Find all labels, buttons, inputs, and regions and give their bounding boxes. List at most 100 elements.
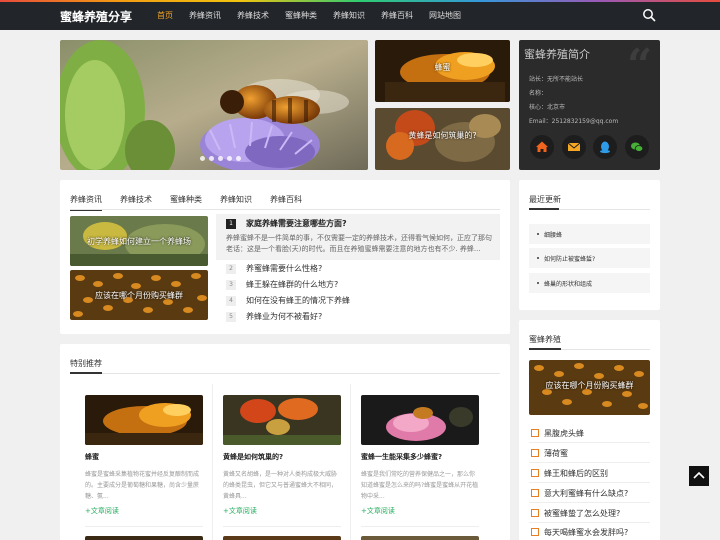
- featured-news-title[interactable]: 家庭养蜂需要注意哪些方面?: [246, 218, 347, 229]
- top-nav-bar: 蜜蜂养殖分享 首页 养蜂资讯 养蜂技术 蜜蜂种类 养蜂知识 养蜂百科 网站地图: [0, 0, 720, 30]
- wechat-icon[interactable]: [625, 135, 649, 159]
- mail-icon[interactable]: [562, 135, 586, 159]
- post-image[interactable]: [361, 536, 479, 540]
- banner-thumb-wasp[interactable]: 黄蜂是如何筑巢的?: [375, 108, 510, 170]
- bee-farming-item-label: 薄荷蜜: [544, 449, 568, 458]
- item-divider: [529, 502, 650, 503]
- post-excerpt: 蜂蜜是蜜蜂采集植物花蜜并经反复酿制而成的。主要成分是葡萄糖和果糖，尚含少量蔗糖、…: [85, 471, 200, 500]
- read-more-link[interactable]: +文章阅读: [361, 506, 395, 516]
- rank-number: 4: [226, 296, 236, 306]
- post-title[interactable]: 黄蜂是如何筑巢的?: [223, 452, 283, 462]
- news-list-item[interactable]: 养蜜蜂需要什么性格?: [246, 263, 322, 274]
- post-excerpt: 蜂蜜是我们常吃的营养保健品之一，那么你知道蜂蜜是怎么来的吗?蜂蜜是蜜蜂从开花植物…: [361, 471, 479, 500]
- home-icon[interactable]: [530, 135, 554, 159]
- bee-farming-item-label: 每天喝蜂蜜水会发胖吗?: [544, 528, 629, 537]
- item-divider: [529, 462, 650, 463]
- section-underline: [70, 372, 102, 374]
- profile-webmaster: 站长：无所不能站长: [529, 76, 584, 83]
- post-image[interactable]: [85, 536, 203, 540]
- profile-location: 核心：北京市: [529, 104, 566, 111]
- item-divider: [529, 442, 650, 443]
- bee-pink-flower-image: [361, 395, 479, 445]
- banner-slider[interactable]: [60, 40, 368, 170]
- post-title[interactable]: 蜂蜜: [85, 452, 99, 462]
- item-divider: [529, 482, 650, 483]
- bee-on-flower-image: [60, 40, 368, 170]
- post-image-bee-flower[interactable]: [361, 395, 479, 445]
- quote-mark: “: [627, 40, 653, 91]
- post-image[interactable]: [223, 536, 341, 540]
- honey-image: [85, 395, 203, 445]
- section-underline: [529, 208, 559, 210]
- news-list-item[interactable]: 养蜂业为何不被看好?: [246, 311, 322, 322]
- slider-dot[interactable]: [209, 156, 214, 161]
- rank-number: 2: [226, 264, 236, 274]
- nav-bee-encyclopedia[interactable]: 养蜂百科: [381, 10, 413, 21]
- thumb-caption: 蜂蜜: [434, 63, 451, 72]
- post-image-honey[interactable]: [85, 395, 203, 445]
- search-icon[interactable]: [642, 8, 656, 22]
- recent-item-label: 蜂巢的形状和组成: [544, 281, 593, 288]
- rank-number: 3: [226, 280, 236, 290]
- bee-farming-item[interactable]: 每天喝蜂蜜水会发胖吗?: [529, 525, 650, 539]
- bee-farming-image[interactable]: 应该在哪个月份购买蜂群: [529, 360, 650, 415]
- bee-farming-item[interactable]: 被蜜蜂蛰了怎么处理?: [529, 506, 650, 520]
- profile-name: 名称：: [529, 90, 548, 97]
- bee-farming-item[interactable]: 蜂王和蜂后的区别: [529, 466, 650, 480]
- bee-farming-item-label: 蜂王和蜂后的区别: [544, 469, 608, 478]
- profile-email: Email：2512832159@qq.com: [529, 118, 619, 125]
- bee-farming-item[interactable]: 黑腹虎头蜂: [529, 426, 650, 440]
- slider-dot[interactable]: [236, 156, 241, 161]
- slider-dot[interactable]: [200, 156, 205, 161]
- post-divider: [361, 526, 479, 527]
- qq-icon[interactable]: [593, 135, 617, 159]
- nav-bee-news[interactable]: 养蜂资讯: [189, 10, 221, 21]
- bee-farming-item-label: 黑腹虎头蜂: [544, 429, 584, 438]
- back-to-top-button[interactable]: [689, 466, 709, 486]
- rank-number: 5: [226, 312, 236, 322]
- item-divider: [529, 522, 650, 523]
- nav-bee-knowledge[interactable]: 养蜂知识: [333, 10, 365, 21]
- bee-farming-item-label: 被蜜蜂蛰了怎么处理?: [544, 509, 621, 518]
- news-image-item[interactable]: 初学养蜂如何建立一个养蜂场: [70, 216, 208, 266]
- post-title[interactable]: 蜜蜂一生能采集多少蜂蜜?: [361, 452, 442, 462]
- featured-news-excerpt: 养蜂蜜蜂不是一件简单的事，不仅需要一定的养蜂技术，还得看气候如何，正应了那句老话…: [226, 234, 492, 253]
- banner-thumb-honey[interactable]: 蜂蜜: [375, 40, 510, 102]
- tab-divider: [70, 209, 500, 210]
- recent-item-label: 如何防止被蜜蜂蜇?: [544, 256, 596, 263]
- thumb-caption: 黄蜂是如何筑巢的?: [408, 131, 477, 140]
- news-list-item[interactable]: 蜂王躲在蜂群的什么地方?: [246, 279, 338, 290]
- nav-bee-species[interactable]: 蜜蜂种类: [285, 10, 317, 21]
- recent-item[interactable]: 如何防止被蜜蜂蜇?: [529, 248, 650, 268]
- bee-farming-item-label: 意大利蜜蜂有什么缺点?: [544, 489, 629, 498]
- nav-bee-tech[interactable]: 养蜂技术: [237, 10, 269, 21]
- special-recommend-title: 特别推荐: [70, 359, 102, 368]
- recent-item-label: 细腰蜂: [544, 232, 563, 239]
- news-image-item[interactable]: 应该在哪个月份购买蜂群: [70, 270, 208, 320]
- section-underline: [529, 348, 561, 350]
- bee-farming-image-caption: 应该在哪个月份购买蜂群: [545, 381, 634, 390]
- profile-title: 蜜蜂养殖简介: [524, 48, 590, 61]
- slider-dot[interactable]: [218, 156, 223, 161]
- column-divider: [350, 384, 351, 540]
- arrow-up-icon: [693, 471, 705, 479]
- news-image-caption: 初学养蜂如何建立一个养蜂场: [87, 237, 191, 246]
- read-more-link[interactable]: +文章阅读: [223, 506, 257, 516]
- recent-item[interactable]: 蜂巢的形状和组成: [529, 273, 650, 293]
- site-logo[interactable]: 蜜蜂养殖分享: [60, 8, 132, 25]
- bee-farming-item[interactable]: 薄荷蜜: [529, 446, 650, 460]
- news-list-item[interactable]: 如何在没有蜂王的情况下养蜂: [246, 295, 350, 306]
- post-divider: [223, 526, 341, 527]
- read-more-link[interactable]: +文章阅读: [85, 506, 119, 516]
- news-image-caption: 应该在哪个月份购买蜂群: [95, 291, 183, 300]
- slider-dot[interactable]: [227, 156, 232, 161]
- recent-item[interactable]: 细腰蜂: [529, 224, 650, 244]
- main-nav: 首页 养蜂资讯 养蜂技术 蜜蜂种类 养蜂知识 养蜂百科 网站地图: [157, 10, 477, 21]
- column-divider: [212, 384, 213, 540]
- nav-sitemap[interactable]: 网站地图: [429, 10, 461, 21]
- nav-home[interactable]: 首页: [157, 10, 173, 21]
- bee-farming-item[interactable]: 意大利蜜蜂有什么缺点?: [529, 486, 650, 500]
- section-divider: [70, 373, 500, 374]
- post-image-wasp[interactable]: [223, 395, 341, 445]
- post-divider: [85, 526, 203, 527]
